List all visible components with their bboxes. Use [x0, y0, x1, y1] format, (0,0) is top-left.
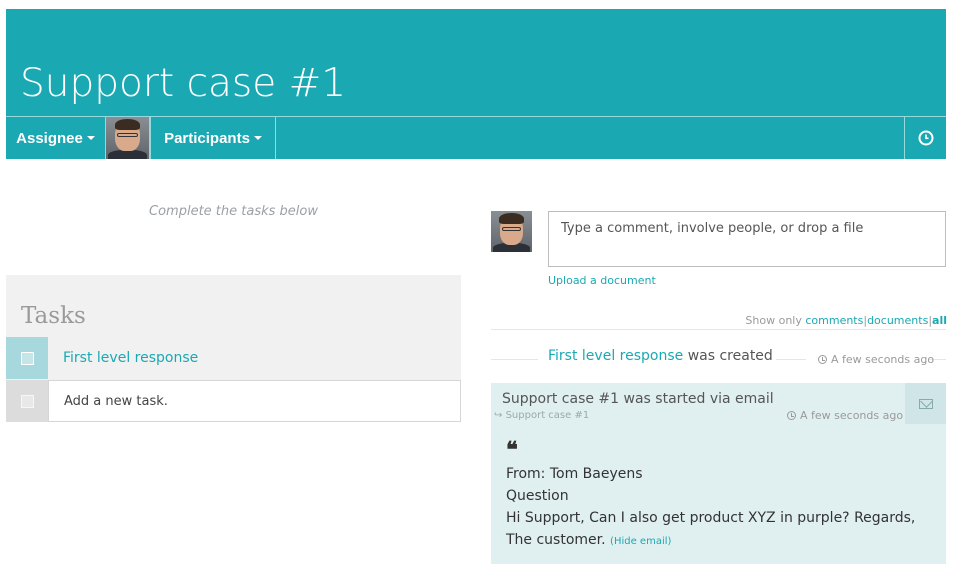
case-header: Support case #1 Assignee Participants: [6, 9, 946, 159]
filter-comments-link[interactable]: comments: [805, 314, 863, 327]
assignee-avatar[interactable]: [106, 117, 150, 159]
comment-input[interactable]: [548, 211, 946, 267]
upload-document-link[interactable]: Upload a document: [548, 274, 656, 287]
participants-label: Participants: [164, 129, 250, 147]
participants-dropdown[interactable]: Participants: [150, 117, 276, 159]
user-avatar-image: [106, 117, 149, 159]
clock-icon: [787, 411, 796, 420]
clock-icon: [818, 355, 827, 364]
email-body: From: Tom Baeyens Question Hi Support, C…: [506, 463, 931, 553]
caret-down-icon: [86, 136, 95, 140]
divider: [491, 329, 946, 330]
assignee-dropdown[interactable]: Assignee: [6, 117, 106, 159]
new-task-checkbox: [6, 380, 48, 422]
task-checkbox[interactable]: [6, 337, 48, 379]
divider: [491, 359, 538, 360]
tasks-hint: Complete the tasks below: [149, 204, 318, 219]
caret-down-icon: [253, 136, 262, 140]
event-text: was created: [687, 348, 773, 364]
divider: [776, 359, 806, 360]
email-type-badge: [905, 383, 946, 424]
email-from: From: Tom Baeyens: [506, 466, 643, 482]
event-time-text: A few seconds ago: [831, 353, 935, 366]
task-row: First level response: [6, 337, 461, 379]
event-task-link[interactable]: First level response: [548, 348, 683, 364]
email-message: Hi Support, Can I also get product XYZ i…: [506, 507, 931, 553]
email-case-link: Support case #1: [505, 410, 590, 421]
tasks-panel: Tasks First level response Add a new tas…: [6, 275, 461, 422]
page-title: Support case #1: [20, 61, 347, 106]
filter-prefix: Show only: [745, 314, 802, 327]
filter-all-link[interactable]: all: [932, 314, 947, 327]
history-button[interactable]: [904, 117, 946, 159]
email-activity-card: Support case #1 was started via email ↪ …: [491, 383, 946, 564]
envelope-icon: [918, 398, 933, 409]
current-user-avatar: [491, 211, 532, 252]
clock-icon: [918, 130, 933, 146]
email-timestamp: A few seconds ago: [787, 409, 903, 422]
filter-documents-link[interactable]: documents: [867, 314, 928, 327]
email-case-reference[interactable]: ↪ Support case #1: [494, 410, 589, 421]
header-toolbar: Assignee Participants: [6, 116, 946, 159]
new-task-input[interactable]: Add a new task.: [48, 380, 461, 422]
activity-event: First level response was created: [548, 348, 773, 364]
reply-arrow-icon: ↪: [494, 410, 503, 421]
task-link[interactable]: First level response: [48, 337, 461, 379]
new-task-row: Add a new task.: [6, 380, 461, 422]
tasks-heading: Tasks: [21, 303, 86, 329]
email-time-text: A few seconds ago: [800, 409, 904, 422]
email-message-text: Hi Support, Can I also get product XYZ i…: [506, 510, 916, 548]
email-title: Support case #1 was started via email: [502, 391, 774, 407]
assignee-label: Assignee: [16, 129, 83, 147]
quote-icon: ❝: [506, 437, 518, 463]
activity-filter: Show only comments|documents|all: [745, 314, 947, 327]
email-subject: Question: [506, 488, 569, 504]
hide-email-link[interactable]: (Hide email): [610, 536, 671, 547]
event-timestamp: A few seconds ago: [818, 353, 934, 366]
